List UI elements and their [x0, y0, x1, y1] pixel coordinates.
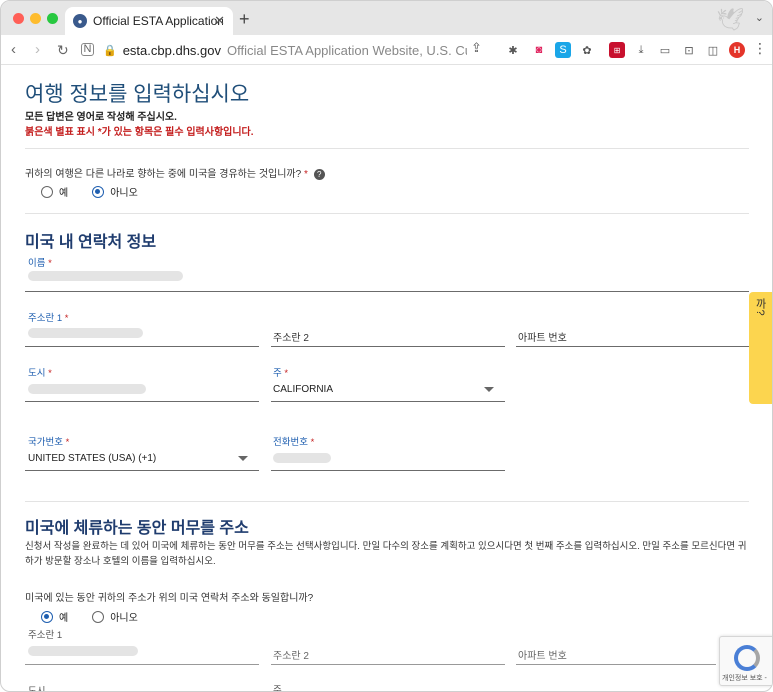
tab-title: Official ESTA Application Website — [93, 14, 223, 28]
page-title: 여행 정보를 입력하십시오 — [25, 83, 250, 106]
reader-icon[interactable]: N — [81, 43, 94, 56]
transit-no-radio[interactable] — [92, 185, 105, 198]
contact-address2-input[interactable] — [271, 346, 505, 347]
pocket-icon[interactable]: ◙ — [531, 42, 547, 58]
s-extension-icon[interactable]: S — [555, 42, 571, 58]
us-contact-heading: 미국 내 연락처 정보 — [25, 234, 157, 251]
minimize-window-button[interactable] — [30, 13, 41, 24]
url-page-title: Official ESTA Application Website, U.S. … — [227, 42, 467, 58]
contact-address2-placeholder: 주소란 2 — [273, 333, 309, 344]
reload-icon[interactable]: ↻ — [57, 40, 69, 60]
stay-address1-value — [28, 646, 138, 656]
tab-close-icon[interactable]: ✕ — [214, 13, 225, 29]
contact-state-select[interactable] — [271, 401, 505, 402]
divider — [25, 501, 749, 502]
transit-question: 귀하의 여행은 다른 나라로 향하는 중에 미국을 경유하는 것입니까? * ? — [25, 165, 325, 180]
contact-phone-label: 전화번호 * — [273, 437, 315, 448]
contact-name-value — [28, 271, 183, 281]
same-address-yes-radio[interactable] — [41, 610, 53, 623]
contact-country-code-select[interactable] — [25, 470, 259, 471]
contact-phone-value — [273, 453, 331, 463]
us-stay-description: 신청서 작성을 완료하는 데 있어 미국에 체류하는 동안 머무를 주소는 선택… — [25, 541, 747, 567]
transit-yes-label: 예 — [59, 188, 69, 199]
same-address-no-label: 아니오 — [110, 613, 138, 624]
download-icon[interactable]: ⤓ — [633, 42, 649, 58]
divider — [25, 213, 749, 214]
extensions-icon[interactable]: ✱ — [505, 42, 521, 58]
contact-name-label: 이름 * — [28, 258, 52, 269]
forward-icon[interactable]: › — [35, 40, 40, 60]
same-address-no-radio[interactable] — [92, 610, 105, 623]
puzzle-icon[interactable]: ✿ — [579, 42, 595, 58]
maximize-window-button[interactable] — [47, 13, 58, 24]
transit-radio-group: 예 아니오 — [41, 184, 162, 199]
help-tab-label: 도움이 필요하십니까? — [754, 298, 773, 394]
translate-icon[interactable]: ⊞ — [609, 42, 625, 58]
contact-city-value — [28, 384, 146, 394]
stay-address2-placeholder: 주소란 2 — [273, 651, 309, 662]
transit-yes-radio[interactable] — [41, 185, 53, 198]
contact-address1-label: 주소란 1 * — [28, 313, 69, 324]
contact-city-label: 도시 * — [28, 368, 52, 379]
stay-city-label: 도시 — [28, 686, 46, 692]
stay-state-label: 주 — [273, 685, 282, 692]
stay-address1-input[interactable] — [25, 664, 259, 665]
address-bar[interactable]: 🔒 esta.cbp.dhs.gov Official ESTA Applica… — [103, 38, 493, 62]
browser-tab[interactable]: ● Official ESTA Application Website ✕ — [65, 7, 233, 35]
screenshot-icon[interactable]: ⊡ — [681, 42, 697, 58]
us-stay-heading: 미국에 체류하는 동안 머무를 주소 — [25, 520, 249, 537]
contact-phone-input[interactable] — [271, 470, 505, 471]
help-tab-button[interactable]: 도움이 필요하십니까? — [749, 292, 773, 404]
tab-strip: ● Official ESTA Application Website ✕ + … — [1, 1, 772, 35]
new-tab-button[interactable]: + — [239, 9, 250, 30]
url-domain: esta.cbp.dhs.gov — [122, 42, 221, 58]
contact-country-code-value: UNITED STATES (USA) (+1) — [28, 453, 157, 464]
close-window-button[interactable] — [13, 13, 24, 24]
stay-address1-label: 주소란 1 — [28, 630, 63, 641]
page-content: 여행 정보를 입력하십시오 모든 답변은 영어로 작성해 주십시오. 붉은색 별… — [1, 66, 773, 692]
divider — [25, 148, 749, 149]
contact-country-code-label: 국가번호 * — [28, 437, 70, 448]
bird-decoration-icon: 🕊 — [716, 7, 744, 32]
browser-toolbar: ‹ › ↻ N 🔒 esta.cbp.dhs.gov Official ESTA… — [1, 35, 772, 65]
contact-address1-input[interactable] — [25, 346, 259, 347]
same-address-radio-group: 예 아니오 — [41, 609, 162, 624]
tab-menu-icon[interactable]: ⌄ — [755, 11, 764, 24]
video-icon[interactable]: ▭ — [657, 42, 673, 58]
same-address-question: 미국에 있는 동안 귀하의 주소가 위의 미국 연락처 주소와 동일합니까? — [25, 593, 314, 604]
browser-window: ● Official ESTA Application Website ✕ + … — [0, 0, 773, 692]
help-icon[interactable]: ? — [313, 168, 325, 180]
contact-state-label: 주 * — [273, 368, 289, 379]
dhs-favicon-icon: ● — [73, 14, 87, 28]
contact-name-input[interactable] — [25, 291, 749, 292]
share-icon[interactable]: ⇪ — [471, 40, 482, 56]
recaptcha-badge[interactable]: 개인정보 보호 - — [719, 636, 772, 686]
recaptcha-icon — [734, 645, 760, 671]
contact-city-input[interactable] — [25, 401, 259, 402]
lock-icon: 🔒 — [103, 44, 117, 57]
stay-apt-placeholder: 아파트 번호 — [518, 651, 567, 662]
transit-question-text: 귀하의 여행은 다른 나라로 향하는 중에 미국을 경유하는 것입니까? — [25, 169, 302, 180]
contact-state-value: CALIFORNIA — [273, 384, 334, 395]
contact-apt-placeholder: 아파트 번호 — [518, 333, 567, 344]
english-note: 모든 답변은 영어로 작성해 주십시오. — [25, 112, 177, 123]
profile-avatar[interactable]: H — [729, 42, 745, 58]
contact-apt-input[interactable] — [516, 346, 749, 347]
recaptcha-privacy-text[interactable]: 개인정보 보호 - — [722, 673, 767, 683]
contact-address1-value — [28, 328, 143, 338]
chevron-down-icon[interactable] — [238, 456, 248, 461]
required-note: 붉은색 별표 표시 *가 있는 항목은 필수 입력사항입니다. — [25, 127, 254, 138]
sidebar-icon[interactable]: ◫ — [705, 42, 721, 58]
required-mark: * — [303, 169, 308, 180]
stay-address2-input[interactable] — [271, 664, 505, 665]
menu-icon[interactable]: ⋮ — [753, 40, 767, 57]
transit-no-label: 아니오 — [110, 188, 138, 199]
chevron-down-icon[interactable] — [484, 387, 494, 392]
stay-apt-input[interactable] — [516, 664, 716, 665]
same-address-yes-label: 예 — [59, 613, 69, 624]
back-icon[interactable]: ‹ — [11, 40, 16, 60]
